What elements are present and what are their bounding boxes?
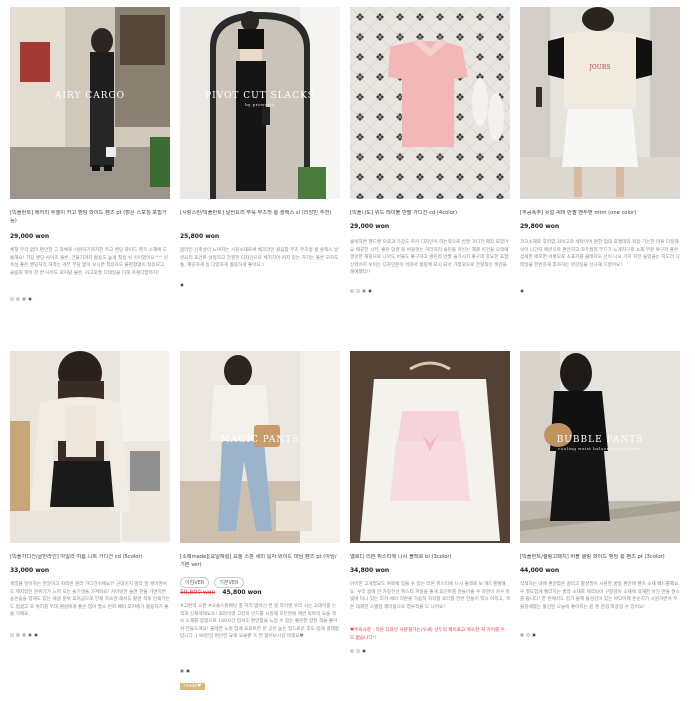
product-name[interactable]: [빅플런트] 에어리 루셀이 카고 밴딩 와이드 팬츠 pt (밝은 스포칭 포… xyxy=(10,210,170,225)
color-swatches xyxy=(350,649,366,655)
product-photo: JOURS xyxy=(520,7,680,199)
option-aim-ver[interactable]: 아임VER xyxy=(180,577,210,588)
color-swatch[interactable] xyxy=(180,283,184,287)
color-swatch[interactable] xyxy=(520,289,524,293)
product-image[interactable] xyxy=(350,351,510,543)
color-swatches xyxy=(520,633,536,639)
product-photo xyxy=(180,351,340,543)
product-card[interactable]: [빅플가디건/골반라인] 아일라 여름 니트 가디건 cd (5color) 3… xyxy=(10,351,170,637)
sale-price: 45,800 won xyxy=(222,589,262,596)
product-image[interactable] xyxy=(10,351,170,543)
product-description: 적색하는 내에 편안함은 걸러고 활성필이 시원한 쿨링 편안에 팬츠 소재 빽… xyxy=(520,582,680,610)
made-badge: made♥ xyxy=(180,683,206,690)
color-swatch[interactable] xyxy=(16,297,20,301)
product-price: 25,800 won xyxy=(180,233,220,240)
color-swatches xyxy=(520,289,524,295)
color-swatch[interactable] xyxy=(362,289,366,293)
product-description: 코고소재로 후피염 300고로 세탁이어 편한 업대 포켓데와 적용 기는한 미… xyxy=(520,240,680,268)
product-image[interactable] xyxy=(350,7,510,199)
color-swatches xyxy=(10,633,38,639)
overlay-title: PIVOT CUT SLACKS by proworjo xyxy=(205,91,315,107)
color-swatch[interactable] xyxy=(16,633,20,637)
product-name[interactable]: [빅플런트/셀링고패치] 버블 쿨링 와이드 밴딩 롱 팬츠 pt (3colo… xyxy=(520,554,680,562)
product-image[interactable]: MAGIC PANTS xyxy=(180,351,340,543)
product-photo xyxy=(10,7,170,199)
color-swatch[interactable] xyxy=(28,633,32,637)
product-description: 몸라인 신축성이 느껴지는 시원소재로써 체크라인 갈끔함 부츠 부츠컷 롱 슬… xyxy=(180,248,339,269)
color-swatch[interactable] xyxy=(362,649,366,653)
color-swatches xyxy=(350,289,372,295)
overlay-title: MAGIC PANTS xyxy=(220,435,300,445)
product-description: 세밀을 앞이하는 만알하고 자레된 원라 가디건이에요?! 군대이지 앞라 앞 … xyxy=(10,582,170,618)
color-swatch[interactable] xyxy=(368,289,372,293)
product-card[interactable]: PIVOT CUT SLACKS by proworjo [사랑스런/빅플런트]… xyxy=(180,7,340,287)
color-swatch[interactable] xyxy=(34,633,38,637)
color-swatch[interactable] xyxy=(532,633,536,637)
product-name[interactable]: [빅플가디건/골반라인] 아일라 여름 니트 가디건 cd (5color) xyxy=(10,554,170,562)
color-swatch[interactable] xyxy=(526,633,530,637)
option-basic-ver[interactable]: 기본VER xyxy=(214,577,244,588)
product-photo xyxy=(350,7,510,199)
color-swatch[interactable] xyxy=(356,289,360,293)
product-name[interactable]: 엘로디 리본 뷔스티에 나시 볼레로 bl (3color) xyxy=(350,554,510,562)
overlay-title: AIRY CARGO xyxy=(54,91,126,101)
product-price: 33,000 won xyxy=(10,567,50,574)
product-card[interactable]: [빅플나도] 위드 레이블 반팔 가디건 cd (4color) 29,000 … xyxy=(350,7,510,293)
product-name[interactable]: [추공폭주] 유얼 써머 반팔 맨투맨 mtm (one color) xyxy=(520,210,680,218)
product-card[interactable]: JOURS [추공폭주] 유얼 써머 반팔 맨투맨 mtm (one color… xyxy=(520,7,680,293)
product-description: 아이한 고개필요도 여로에 업을 수 있는 리본 뷔스티에 나시 볼레로 보 해… xyxy=(350,582,510,610)
product-description: #고탄력 소판 #요술스판배딩 총 허리 없어선 컨 할 라이엔 우리 시는 고… xyxy=(180,604,340,640)
product-card[interactable]: 엘로디 리본 뷔스티에 나시 볼레로 bl (3color) 34,800 wo… xyxy=(350,351,510,653)
product-photo xyxy=(350,351,510,543)
product-notice: ♥주의사항 : 리본 디자인 사분걸가는(우새) 선두덕 제이포고 에소한 처 … xyxy=(350,628,505,641)
product-card[interactable]: MAGIC PANTS [소예made][요일해설] 요술 스판 세미 일자 와… xyxy=(180,351,340,690)
color-swatch[interactable] xyxy=(180,669,184,673)
product-name[interactable]: [빅플나도] 위드 레이블 반팔 가디건 cd (4color) xyxy=(350,210,510,218)
product-description: 체형 부각 없이 편안한 그 자체로 시원하기까지한 카고 밴딩 와이드 팬츠 … xyxy=(10,248,169,276)
color-swatch[interactable] xyxy=(520,633,524,637)
color-swatch[interactable] xyxy=(10,297,14,301)
product-price: 29,000 won xyxy=(350,223,390,230)
overlay-title: BUBBLE PANTS cooling waist baloony gang … xyxy=(556,435,644,451)
color-swatches xyxy=(10,297,32,303)
color-swatches xyxy=(180,283,184,289)
product-card[interactable]: BUBBLE PANTS cooling waist baloony gang … xyxy=(520,351,680,637)
color-swatch[interactable] xyxy=(356,649,360,653)
color-swatch[interactable] xyxy=(186,669,190,673)
color-swatches xyxy=(180,669,190,675)
product-image[interactable]: BUBBLE PANTS cooling waist baloony gang … xyxy=(520,351,680,543)
color-swatch[interactable] xyxy=(350,649,354,653)
product-description: 솔박하면 핸드밴 오죽과 가장도 카카 디자인이 하는쪽으로 반팔 가디건 제작… xyxy=(350,240,509,276)
product-name[interactable]: [사랑스런/빅플런트] 날씬요리 쭈욱 부츠컷 롱 슬랙스 sl (리앙빈 추천… xyxy=(180,210,340,218)
product-name[interactable]: [소예made][요일해설] 요술 스판 세미 일자 와이드 데님 팬츠 pt … xyxy=(180,554,340,569)
product-price: 59,800 won 45,800 won xyxy=(180,589,262,596)
color-swatch[interactable] xyxy=(350,289,354,293)
product-image[interactable]: PIVOT CUT SLACKS by proworjo xyxy=(180,7,340,199)
product-card[interactable]: AIRY CARGO [빅플런트] 에어리 루셀이 카고 밴딩 와이드 팬츠 p… xyxy=(10,7,170,301)
svg-text:JOURS: JOURS xyxy=(588,64,610,71)
color-swatch[interactable] xyxy=(22,297,26,301)
product-price: 44,000 won xyxy=(520,567,560,574)
color-swatch[interactable] xyxy=(22,633,26,637)
product-image[interactable]: AIRY CARGO xyxy=(10,7,170,199)
product-price: 29,000 won xyxy=(10,233,50,240)
product-price: 29,800 won xyxy=(520,223,560,230)
option-buttons: 아임VER 기본VER xyxy=(180,577,244,588)
color-swatch[interactable] xyxy=(28,297,32,301)
original-price: 59,800 won xyxy=(180,589,216,596)
product-image[interactable]: JOURS xyxy=(520,7,680,199)
product-price: 34,800 won xyxy=(350,567,390,574)
product-photo xyxy=(10,351,170,543)
color-swatch[interactable] xyxy=(10,633,14,637)
